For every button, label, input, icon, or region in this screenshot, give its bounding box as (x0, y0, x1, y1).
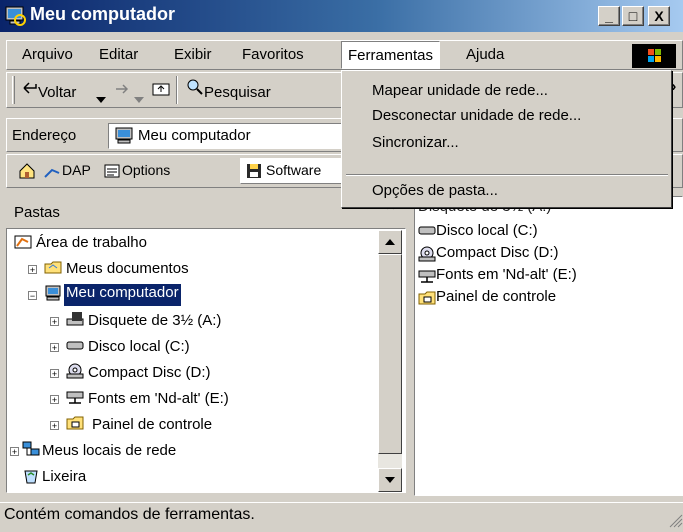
tree-item-network[interactable]: Meus locais de rede (42, 442, 176, 468)
computer-icon (4, 5, 26, 27)
tree-item-control-panel[interactable]: Painel de controle (92, 416, 212, 442)
back-arrow-icon (22, 80, 38, 100)
expand-icon[interactable]: + (10, 447, 19, 457)
scroll-thumb[interactable] (378, 254, 402, 454)
expand-icon[interactable]: + (50, 369, 59, 379)
resize-grip-icon[interactable] (667, 512, 683, 528)
menu-favoritos[interactable]: Favoritos (236, 41, 310, 69)
maximize-button[interactable]: □ (622, 6, 644, 26)
tree-item-computer-selected[interactable]: Meu computador (64, 284, 181, 306)
cd-drive-icon (66, 363, 84, 383)
desktop-icon (14, 234, 32, 254)
hard-drive-icon (418, 224, 436, 242)
close-button[interactable]: X (648, 6, 670, 26)
content-item-local-disk[interactable]: Disco local (C:) (436, 222, 538, 244)
floppy-icon (246, 163, 262, 183)
status-text: Contém comandos de ferramentas. (4, 506, 255, 523)
expand-icon[interactable]: + (50, 421, 59, 431)
tree-item-fonts[interactable]: Fonts em 'Nd-alt' (E:) (88, 390, 229, 416)
link-options[interactable]: Options (122, 162, 170, 178)
menu-item-folder-options[interactable]: Opções de pasta... (372, 182, 498, 199)
menu-separator (346, 174, 668, 176)
content-item-cd[interactable]: Compact Disc (D:) (436, 244, 559, 266)
network-drive-icon (418, 268, 436, 288)
content-item-fonts[interactable]: Fonts em 'Nd-alt' (E:) (436, 266, 577, 288)
control-panel-icon (66, 415, 84, 435)
documents-folder-icon (44, 259, 62, 279)
tree-item-floppy[interactable]: Disquete de 3½ (A:) (88, 312, 221, 338)
minimize-button[interactable]: _ (598, 6, 620, 26)
link-software[interactable]: Software (266, 162, 321, 178)
tree-item-local-disk[interactable]: Disco local (C:) (88, 338, 190, 364)
search-button[interactable]: Pesquisar (204, 84, 271, 101)
toolbar-grip[interactable] (12, 76, 15, 104)
expand-icon[interactable]: + (50, 395, 59, 405)
expand-icon[interactable]: + (50, 343, 59, 353)
network-places-icon (22, 441, 40, 461)
up-folder-icon[interactable] (152, 80, 170, 100)
tree-item-documents[interactable]: Meus documentos (66, 260, 189, 286)
expand-icon[interactable]: + (50, 317, 59, 327)
back-button[interactable]: Voltar (38, 84, 76, 101)
menu-editar[interactable]: Editar (93, 41, 144, 69)
windows-logo-icon (632, 44, 676, 68)
menu-item-synchronize[interactable]: Sincronizar... (372, 134, 459, 151)
network-drive-icon (66, 389, 84, 409)
address-value: Meu computador (138, 127, 251, 144)
scroll-down-button[interactable] (378, 468, 402, 492)
window-title: Meu computador (30, 4, 176, 24)
folder-tree-scrollbar[interactable] (378, 230, 402, 492)
tools-menu: Mapear unidade de rede... Desconectar un… (341, 70, 672, 208)
computer-icon (44, 285, 62, 305)
control-panel-icon (418, 290, 436, 310)
home-icon[interactable] (18, 162, 36, 184)
hard-drive-icon (66, 338, 84, 356)
link-dap[interactable]: DAP (62, 162, 91, 178)
forward-arrow-icon[interactable] (114, 82, 130, 100)
forward-dropdown-icon[interactable] (134, 90, 144, 107)
address-label: Endereço (12, 127, 77, 144)
collapse-icon[interactable]: − (28, 291, 37, 301)
tree-item-desktop[interactable]: Área de trabalho (36, 234, 147, 260)
recycle-bin-icon (22, 467, 40, 489)
cd-drive-icon (418, 246, 436, 266)
folders-title: Pastas (14, 204, 60, 221)
floppy-drive-icon (66, 311, 84, 331)
menu-arquivo[interactable]: Arquivo (16, 41, 79, 69)
tree-item-cd[interactable]: Compact Disc (D:) (88, 364, 211, 390)
scroll-up-button[interactable] (378, 230, 402, 254)
link-icon (44, 166, 60, 183)
tree-item-recycle-bin[interactable]: Lixeira (42, 468, 86, 494)
options-icon (104, 163, 120, 183)
computer-icon (114, 127, 134, 149)
expand-icon[interactable]: + (28, 265, 37, 275)
content-item-control-panel[interactable]: Painel de controle (436, 288, 556, 310)
menu-exibir[interactable]: Exibir (168, 41, 218, 69)
menu-item-disconnect-drive[interactable]: Desconectar unidade de rede... (372, 107, 581, 124)
search-icon (186, 78, 204, 100)
menu-ajuda[interactable]: Ajuda (460, 41, 510, 69)
toolbar-separator (176, 76, 178, 104)
menu-ferramentas[interactable]: Ferramentas (341, 41, 441, 69)
back-dropdown-icon[interactable] (96, 90, 106, 107)
menu-item-map-drive[interactable]: Mapear unidade de rede... (372, 82, 548, 99)
